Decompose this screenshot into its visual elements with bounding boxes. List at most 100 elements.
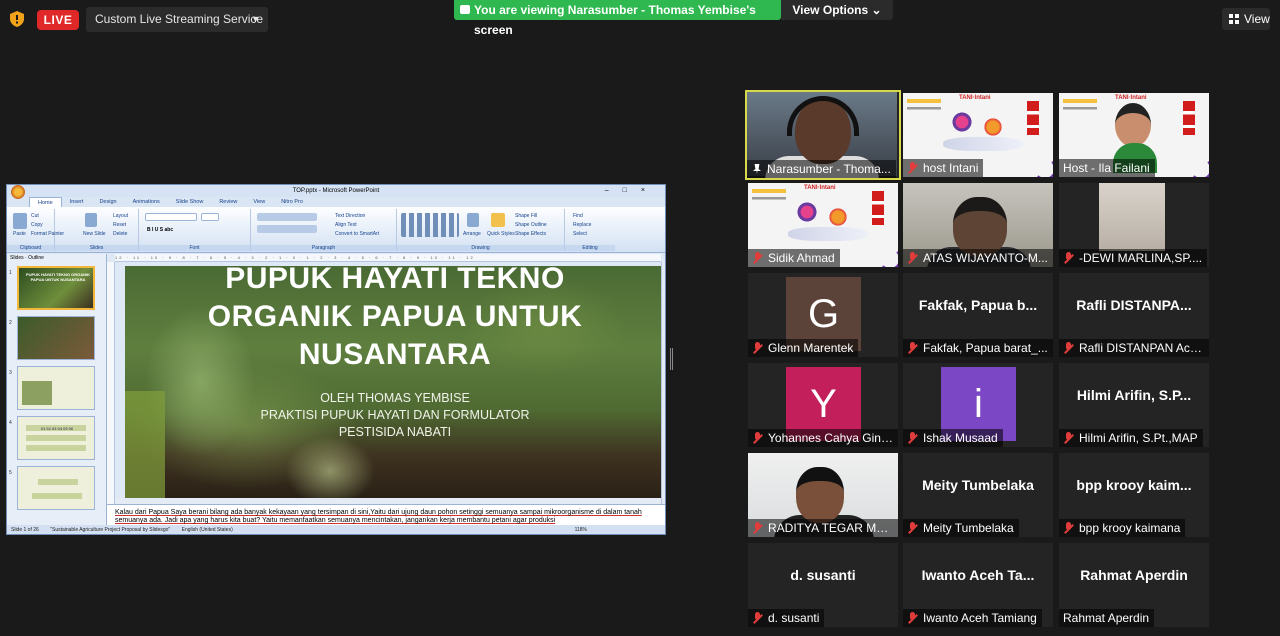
participant-tile[interactable]: TANI·Intani Host - Ila Failani (1059, 93, 1209, 177)
participant-tile[interactable]: Meity Tumbelaka Meity Tumbelaka (903, 453, 1053, 537)
ppt-window-title: TOP.pptx - Microsoft PowerPoint (292, 188, 380, 194)
participant-tile[interactable]: Rahmat Aperdin Rahmat Aperdin (1059, 543, 1209, 627)
tab-nitro-pro[interactable]: Nitro Pro (273, 197, 311, 207)
participant-tile[interactable]: Rafli DISTANPA... Rafli DISTANPAN Ace... (1059, 273, 1209, 357)
paste-label[interactable]: Paste (13, 231, 26, 237)
paste-icon[interactable] (13, 213, 27, 229)
arrange-label[interactable]: Arrange (463, 231, 481, 237)
participant-tile[interactable]: TANI·Intani Sidik Ahmad (748, 183, 898, 267)
participant-name: Iwanto Aceh Tamiang (903, 609, 1042, 627)
new-slide-label[interactable]: New Slide (83, 231, 106, 237)
arrange-icon[interactable] (467, 213, 479, 227)
reset-label[interactable]: Reset (113, 222, 126, 228)
tab-animations[interactable]: Animations (125, 197, 168, 207)
participant-tile[interactable]: RADITYA TEGAR MAH... (748, 453, 898, 537)
cut-label[interactable]: Cut (31, 213, 39, 219)
caret-down-icon: ▼ (251, 14, 260, 24)
editing-group: Find Replace Select Editing (565, 209, 615, 251)
slide-canvas[interactable]: PUPUK HAYATI TEKNO ORGANIK PAPUA UNTUK N… (125, 266, 661, 498)
participant-tile[interactable]: i Ishak Musaad (903, 363, 1053, 447)
participant-tile[interactable]: Fakfak, Papua b... Fakfak, Papua barat_.… (903, 273, 1053, 357)
quick-styles-label[interactable]: Quick Styles (487, 231, 515, 237)
live-badge[interactable]: LIVE (37, 10, 79, 30)
tab-home[interactable]: Home (29, 197, 62, 207)
thumb-number: 3 (9, 370, 12, 376)
pane-tab-outline[interactable]: Outline (28, 255, 44, 261)
delete-label[interactable]: Delete (113, 231, 127, 237)
view-layout-button[interactable]: View (1222, 8, 1270, 30)
security-shield-icon[interactable] (10, 11, 24, 27)
text-direction-label[interactable]: Text Direction (335, 213, 365, 219)
tab-view[interactable]: View (245, 197, 273, 207)
notes-pane[interactable]: Kalau dari Papua Saya berani bilang ada … (107, 504, 665, 526)
thumb-number: 4 (9, 420, 12, 426)
language: English (United States) (181, 527, 233, 533)
participant-tile[interactable]: Hilmi Arifin, S.P... Hilmi Arifin, S.Pt.… (1059, 363, 1209, 447)
tab-review[interactable]: Review (211, 197, 245, 207)
participant-tile[interactable]: Iwanto Aceh Ta... Iwanto Aceh Tamiang (903, 543, 1053, 627)
layout-label[interactable]: Layout (113, 213, 128, 219)
shapes-gallery[interactable] (401, 213, 459, 237)
participant-tile[interactable]: Y Yohannes Cahya Ginti... (748, 363, 898, 447)
mic-muted-icon (1064, 342, 1073, 354)
slide-thumbnail[interactable] (17, 466, 95, 510)
slide-counter: Slide 1 of 26 (11, 527, 39, 533)
mic-muted-icon (1064, 522, 1073, 534)
shape-fill-label[interactable]: Shape Fill (515, 213, 537, 219)
slide-thumbnail[interactable] (17, 316, 95, 360)
ppt-workspace: Slides · Outline 1 PUPUK HAYATI TEKNO OR… (7, 254, 665, 534)
participant-tile[interactable]: G Glenn Marentek (748, 273, 898, 357)
window-controls[interactable]: –□× (605, 185, 659, 197)
font-format-buttons[interactable]: B I U S abc (147, 227, 173, 233)
align-buttons[interactable] (257, 225, 317, 233)
font-size-field[interactable] (201, 213, 219, 221)
select-label[interactable]: Select (573, 231, 587, 237)
participant-tile[interactable]: d. susanti d. susanti (748, 543, 898, 627)
shape-effects-label[interactable]: Shape Effects (515, 231, 546, 237)
slide-thumbnail[interactable]: 01 02 03 04 05 06 (17, 416, 95, 460)
quick-styles-icon[interactable] (491, 213, 505, 227)
pane-tab-slides[interactable]: Slides (10, 255, 24, 261)
slide-thumbnail[interactable]: PUPUK HAYATI TEKNO ORGANIK PAPUA UNTUK N… (17, 266, 95, 310)
participant-display-name: Hilmi Arifin, S.P... (1076, 387, 1192, 403)
new-slide-icon[interactable] (85, 213, 97, 227)
find-label[interactable]: Find (573, 213, 583, 219)
tab-insert[interactable]: Insert (62, 197, 92, 207)
slide-thumbnail[interactable] (17, 366, 95, 410)
participant-tile[interactable]: -DEWI MARLINA,SP.... (1059, 183, 1209, 267)
shape-outline-label[interactable]: Shape Outline (515, 222, 547, 228)
view-options-button[interactable]: View Options ⌄ (781, 0, 893, 20)
slide-title[interactable]: PUPUK HAYATI TEKNO ORGANIK PAPUA UNTUK N… (185, 266, 605, 374)
participant-name: host Intani (903, 159, 984, 177)
stream-service-dropdown[interactable]: Custom Live Streaming Service ▼ (86, 7, 268, 32)
mic-muted-icon (753, 342, 762, 354)
mic-muted-icon (908, 162, 917, 174)
mic-muted-icon (908, 432, 917, 444)
list-buttons[interactable] (257, 213, 317, 221)
participant-display-name: Iwanto Aceh Ta... (921, 567, 1035, 583)
zoom-level[interactable]: 118% (575, 525, 587, 534)
participant-tile[interactable]: ATAS WIJAYANTO-M... (903, 183, 1053, 267)
convert-smartart-label[interactable]: Convert to SmartArt (335, 231, 379, 237)
tab-design[interactable]: Design (91, 197, 124, 207)
participant-name: Yohannes Cahya Ginti... (748, 429, 898, 447)
participant-name: Glenn Marentek (748, 339, 859, 357)
font-name-field[interactable] (145, 213, 197, 221)
align-text-label[interactable]: Align Text (335, 222, 357, 228)
slide-subtitle[interactable]: OLEH THOMAS YEMBISE PRAKTISI PUPUK HAYAT… (215, 390, 575, 441)
participant-tile[interactable]: Narasumber - Thoma... (745, 90, 901, 180)
participant-name: Meity Tumbelaka (903, 519, 1019, 537)
participant-tile[interactable]: bpp krooy kaim... bpp krooy kaimana (1059, 453, 1209, 537)
subtitle-line-3: PESTISIDA NABATI (338, 425, 452, 439)
theme-name: "Sustainable Agriculture Project Proposa… (50, 527, 171, 533)
replace-label[interactable]: Replace (573, 222, 591, 228)
participant-display-name: Rahmat Aperdin (1080, 567, 1188, 583)
participant-name: Hilmi Arifin, S.Pt.,MAP (1059, 429, 1203, 447)
copy-label[interactable]: Copy (31, 222, 43, 228)
participant-tile[interactable]: TANI·Intani host Intani (903, 93, 1053, 177)
vertical-scrollbar[interactable] (661, 262, 665, 504)
participant-video (1099, 183, 1165, 251)
office-button-icon[interactable] (9, 185, 27, 199)
tab-slide-show[interactable]: Slide Show (168, 197, 212, 207)
split-view-resize-handle[interactable] (670, 348, 673, 370)
